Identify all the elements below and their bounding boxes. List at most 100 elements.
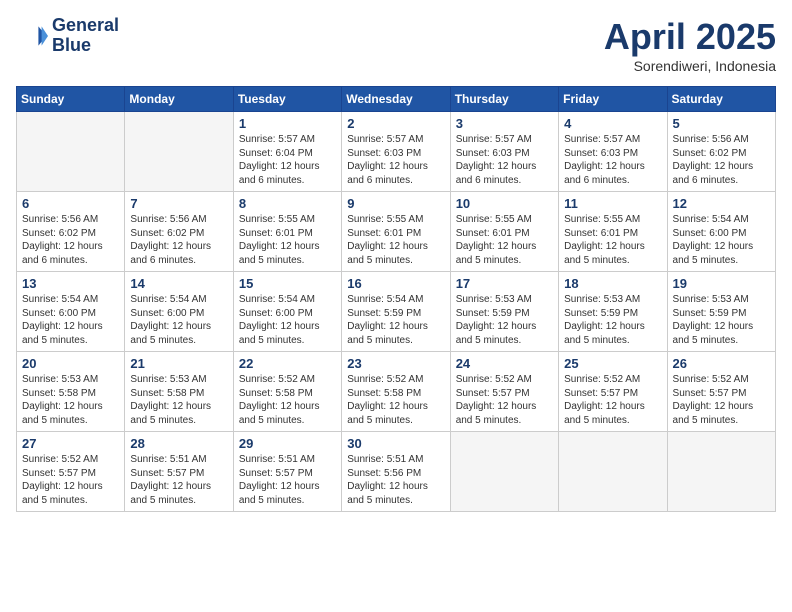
calendar-cell	[667, 432, 775, 512]
calendar-cell: 8Sunrise: 5:55 AM Sunset: 6:01 PM Daylig…	[233, 192, 341, 272]
day-info: Sunrise: 5:56 AM Sunset: 6:02 PM Dayligh…	[130, 213, 227, 267]
calendar-cell: 13 Sunrise: 5:54 AM Sunset: 6:00 PM Dayli…	[17, 272, 125, 352]
day-number: 20	[22, 356, 119, 371]
day-info: Sunrise: 5:56 AM Sunset: 6:02 PM Dayligh…	[673, 133, 770, 187]
day-number: 15	[239, 276, 336, 291]
day-number: 1	[239, 116, 336, 131]
calendar-cell: 1 Sunrise: 5:57 AM Sunset: 6:04 PM Daylig…	[233, 112, 341, 192]
logo-icon	[16, 20, 48, 52]
col-header-monday: Monday	[125, 87, 233, 112]
calendar-cell: 22 Sunrise: 5:52 AM Sunset: 5:58 PM Dayli…	[233, 352, 341, 432]
day-number: 5	[673, 116, 770, 131]
calendar-cell: 9Sunrise: 5:55 AM Sunset: 6:01 PM Daylig…	[342, 192, 450, 272]
calendar-cell	[125, 112, 233, 192]
calendar-cell: 17 Sunrise: 5:53 AM Sunset: 5:59 PM Dayli…	[450, 272, 558, 352]
calendar-cell: 24Sunrise: 5:52 AM Sunset: 5:57 PM Dayli…	[450, 352, 558, 432]
calendar-cell: 6 Sunrise: 5:56 AM Sunset: 6:02 PM Daylig…	[17, 192, 125, 272]
calendar-cell: 18 Sunrise: 5:53 AM Sunset: 5:59 PM Dayli…	[559, 272, 667, 352]
calendar-cell	[559, 432, 667, 512]
calendar-cell: 16 Sunrise: 5:54 AM Sunset: 5:59 PM Dayli…	[342, 272, 450, 352]
day-number: 26	[673, 356, 770, 371]
calendar-cell: 15 Sunrise: 5:54 AM Sunset: 6:00 PM Dayli…	[233, 272, 341, 352]
calendar-cell: 20 Sunrise: 5:53 AM Sunset: 5:58 PM Dayli…	[17, 352, 125, 432]
day-number: 12	[673, 196, 770, 211]
calendar-cell: 21 Sunrise: 5:53 AM Sunset: 5:58 PM Dayli…	[125, 352, 233, 432]
day-info: Sunrise: 5:54 AM Sunset: 6:00 PM Dayligh…	[22, 293, 119, 347]
day-info: Sunrise: 5:54 AM Sunset: 6:00 PM Dayligh…	[673, 213, 770, 267]
col-header-sunday: Sunday	[17, 87, 125, 112]
month-title: April 2025	[604, 16, 776, 58]
day-info: Sunrise: 5:51 AM Sunset: 5:57 PM Dayligh…	[130, 453, 227, 507]
day-info: Sunrise: 5:57 AM Sunset: 6:03 PM Dayligh…	[456, 133, 553, 187]
calendar-cell: 7 Sunrise: 5:56 AM Sunset: 6:02 PM Daylig…	[125, 192, 233, 272]
day-number: 3	[456, 116, 553, 131]
logo-text: General Blue	[52, 16, 119, 56]
day-info: Sunrise: 5:53 AM Sunset: 5:59 PM Dayligh…	[564, 293, 661, 347]
day-info: Sunrise: 5:57 AM Sunset: 6:03 PM Dayligh…	[564, 133, 661, 187]
day-number: 18	[564, 276, 661, 291]
day-info: Sunrise: 5:52 AM Sunset: 5:57 PM Dayligh…	[564, 373, 661, 427]
day-info: Sunrise: 5:52 AM Sunset: 5:58 PM Dayligh…	[347, 373, 444, 427]
day-number: 25	[564, 356, 661, 371]
day-number: 16	[347, 276, 444, 291]
day-info: Sunrise: 5:51 AM Sunset: 5:56 PM Dayligh…	[347, 453, 444, 507]
calendar-cell: 28 Sunrise: 5:51 AM Sunset: 5:57 PM Dayli…	[125, 432, 233, 512]
day-info: Sunrise: 5:52 AM Sunset: 5:57 PM Dayligh…	[673, 373, 770, 427]
logo: General Blue	[16, 16, 119, 56]
day-info: Sunrise: 5:53 AM Sunset: 5:58 PM Dayligh…	[130, 373, 227, 427]
day-info: Sunrise: 5:52 AM Sunset: 5:58 PM Dayligh…	[239, 373, 336, 427]
day-info: Sunrise: 5:53 AM Sunset: 5:58 PM Dayligh…	[22, 373, 119, 427]
day-number: 21	[130, 356, 227, 371]
col-header-saturday: Saturday	[667, 87, 775, 112]
day-number: 10	[456, 196, 553, 211]
day-info: Sunrise: 5:54 AM Sunset: 6:00 PM Dayligh…	[239, 293, 336, 347]
day-number: 30	[347, 436, 444, 451]
day-info: Sunrise: 5:57 AM Sunset: 6:04 PM Dayligh…	[239, 133, 336, 187]
calendar-cell: 3 Sunrise: 5:57 AM Sunset: 6:03 PM Daylig…	[450, 112, 558, 192]
day-number: 29	[239, 436, 336, 451]
calendar-cell: 5 Sunrise: 5:56 AM Sunset: 6:02 PM Daylig…	[667, 112, 775, 192]
day-number: 14	[130, 276, 227, 291]
day-info: Sunrise: 5:55 AM Sunset: 6:01 PM Dayligh…	[347, 213, 444, 267]
calendar-table: SundayMondayTuesdayWednesdayThursdayFrid…	[16, 86, 776, 512]
day-info: Sunrise: 5:55 AM Sunset: 6:01 PM Dayligh…	[239, 213, 336, 267]
day-info: Sunrise: 5:55 AM Sunset: 6:01 PM Dayligh…	[456, 213, 553, 267]
page-header: General Blue April 2025 Sorendiweri, Ind…	[16, 16, 776, 74]
day-info: Sunrise: 5:54 AM Sunset: 5:59 PM Dayligh…	[347, 293, 444, 347]
day-info: Sunrise: 5:51 AM Sunset: 5:57 PM Dayligh…	[239, 453, 336, 507]
col-header-friday: Friday	[559, 87, 667, 112]
calendar-cell: 29 Sunrise: 5:51 AM Sunset: 5:57 PM Dayli…	[233, 432, 341, 512]
calendar-cell: 4 Sunrise: 5:57 AM Sunset: 6:03 PM Daylig…	[559, 112, 667, 192]
day-info: Sunrise: 5:53 AM Sunset: 5:59 PM Dayligh…	[456, 293, 553, 347]
calendar-cell: 14 Sunrise: 5:54 AM Sunset: 6:00 PM Dayli…	[125, 272, 233, 352]
calendar-cell: 27 Sunrise: 5:52 AM Sunset: 5:57 PM Dayli…	[17, 432, 125, 512]
calendar-cell: 19Sunrise: 5:53 AM Sunset: 5:59 PM Dayli…	[667, 272, 775, 352]
col-header-tuesday: Tuesday	[233, 87, 341, 112]
calendar-cell: 10 Sunrise: 5:55 AM Sunset: 6:01 PM Dayli…	[450, 192, 558, 272]
day-info: Sunrise: 5:57 AM Sunset: 6:03 PM Dayligh…	[347, 133, 444, 187]
calendar-cell	[450, 432, 558, 512]
day-number: 17	[456, 276, 553, 291]
day-number: 27	[22, 436, 119, 451]
title-block: April 2025 Sorendiweri, Indonesia	[604, 16, 776, 74]
calendar-cell: 25 Sunrise: 5:52 AM Sunset: 5:57 PM Dayli…	[559, 352, 667, 432]
calendar-cell: 12 Sunrise: 5:54 AM Sunset: 6:00 PM Dayli…	[667, 192, 775, 272]
day-number: 6	[22, 196, 119, 211]
day-number: 11	[564, 196, 661, 211]
calendar-cell: 23Sunrise: 5:52 AM Sunset: 5:58 PM Dayli…	[342, 352, 450, 432]
day-info: Sunrise: 5:56 AM Sunset: 6:02 PM Dayligh…	[22, 213, 119, 267]
calendar-cell	[17, 112, 125, 192]
day-number: 13	[22, 276, 119, 291]
day-info: Sunrise: 5:52 AM Sunset: 5:57 PM Dayligh…	[22, 453, 119, 507]
day-number: 4	[564, 116, 661, 131]
col-header-thursday: Thursday	[450, 87, 558, 112]
day-info: Sunrise: 5:54 AM Sunset: 6:00 PM Dayligh…	[130, 293, 227, 347]
day-number: 19	[673, 276, 770, 291]
day-number: 24	[456, 356, 553, 371]
day-number: 22	[239, 356, 336, 371]
day-number: 28	[130, 436, 227, 451]
day-info: Sunrise: 5:55 AM Sunset: 6:01 PM Dayligh…	[564, 213, 661, 267]
day-number: 2	[347, 116, 444, 131]
calendar-cell: 30 Sunrise: 5:51 AM Sunset: 5:56 PM Dayli…	[342, 432, 450, 512]
day-number: 7	[130, 196, 227, 211]
